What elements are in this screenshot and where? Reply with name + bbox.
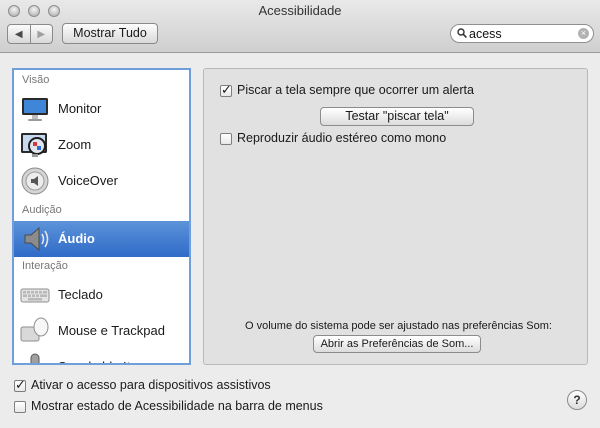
mono-audio-checkbox[interactable] (220, 133, 232, 145)
mono-audio-label: Reproduzir áudio estéreo como mono (237, 131, 447, 145)
show-all-button[interactable]: Mostrar Tudo (62, 23, 158, 44)
sidebar-item-label: Teclado (58, 287, 103, 302)
back-button[interactable]: ◀ (8, 25, 30, 43)
section-header-vision: Visão (22, 74, 50, 86)
preferences-window: Acessibilidade ◀ ▶ Mostrar Tudo acess × … (0, 0, 600, 428)
speaker-icon (24, 226, 49, 252)
back-arrow-icon: ◀ (14, 28, 23, 40)
zoom-icon (21, 133, 47, 157)
keyboard-icon (20, 288, 50, 303)
sidebar-item-label: Áudio (58, 231, 95, 246)
window-title: Acessibilidade (258, 3, 342, 18)
audio-settings-panel: Piscar a tela sempre que ocorrer um aler… (203, 68, 588, 365)
flash-screen-label: Piscar a tela sempre que ocorrer um aler… (237, 83, 474, 97)
sidebar-item-label: VoiceOver (58, 173, 118, 188)
sidebar-item-label: Speakable Items (58, 349, 155, 363)
microphone-icon (30, 353, 40, 363)
sidebar-item-monitor[interactable]: Monitor (14, 91, 189, 127)
back-forward-control: ◀ ▶ (7, 24, 53, 44)
section-header-hearing: Audição (22, 204, 62, 216)
title-bar: Acessibilidade ◀ ▶ Mostrar Tudo acess × (0, 0, 600, 53)
sidebar-item-label: Monitor (58, 101, 102, 116)
mouse-icon (20, 317, 49, 342)
forward-arrow-icon: ▶ (37, 28, 46, 40)
sidebar-item-label: Zoom (58, 137, 92, 152)
search-icon (457, 28, 467, 38)
search-input-value: acess (469, 27, 502, 41)
help-button[interactable]: ? (567, 390, 587, 410)
sidebar-item-zoom[interactable]: Zoom (14, 127, 189, 163)
search-field[interactable]: acess × (450, 24, 594, 43)
voiceover-icon (21, 167, 49, 195)
section-header-interaction: Interação (22, 260, 68, 272)
sidebar-item-voiceover[interactable]: VoiceOver (14, 163, 189, 199)
sidebar-item-mouse-trackpad[interactable]: Mouse e Trackpad (14, 313, 189, 349)
category-sidebar[interactable]: Visão Monitor Zoom VoiceOver Audição Áud… (12, 68, 191, 365)
menu-bar-status-checkbox[interactable] (14, 401, 26, 413)
volume-note: O volume do sistema pode ser ajustado na… (245, 320, 552, 332)
clear-search-icon[interactable]: × (578, 28, 589, 39)
sidebar-item-keyboard[interactable]: Teclado (14, 277, 189, 313)
sidebar-item-speakable-items[interactable]: Speakable Items (14, 349, 189, 363)
flash-screen-checkbox[interactable] (220, 82, 232, 98)
sidebar-item-label: Mouse e Trackpad (58, 323, 165, 338)
menu-bar-status-label: Mostrar estado de Acessibilidade na barr… (31, 399, 323, 413)
assistive-devices-label: Ativar o acesso para dispositivos assist… (31, 378, 271, 392)
assistive-devices-checkbox[interactable] (14, 377, 26, 393)
forward-button[interactable]: ▶ (29, 25, 53, 43)
test-flash-button[interactable]: Testar "piscar tela" (320, 107, 474, 126)
open-sound-preferences-button[interactable]: Abrir as Preferências de Som... (313, 335, 481, 353)
sidebar-item-audio[interactable]: Áudio (14, 221, 189, 257)
monitor-icon (22, 98, 48, 121)
